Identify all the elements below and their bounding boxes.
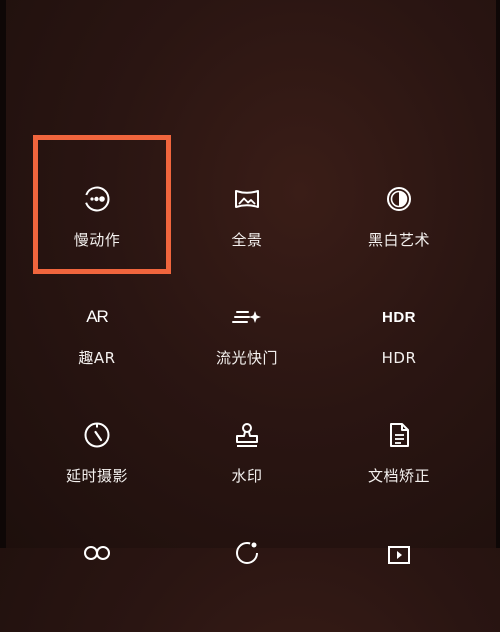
video-icon (384, 538, 414, 568)
stamp-icon (232, 420, 262, 450)
mode-timelapse[interactable]: 延时摄影 (17, 414, 177, 514)
mode-watermark[interactable]: 水印 (167, 414, 327, 514)
mode-label: 趣AR (78, 349, 116, 367)
mode-label: 全景 (231, 231, 263, 249)
ar-icon: AR (86, 307, 109, 326)
mode-partial-right[interactable] (319, 532, 479, 632)
mode-label: 流光快门 (215, 349, 278, 367)
mode-label: 延时摄影 (65, 467, 128, 485)
mode-fun-ar[interactable]: AR 趣AR (17, 296, 177, 396)
mode-partial-left[interactable] (17, 532, 177, 632)
mode-black-white-art[interactable]: 黑白艺术 (319, 178, 479, 278)
screen-edge-left (0, 0, 6, 548)
screen-edge-right (496, 0, 500, 548)
highlight-frame (33, 135, 171, 274)
hdr-icon: HDR (382, 308, 416, 326)
mode-light-painting[interactable]: 流光快门 (167, 296, 327, 396)
eyes-icon (82, 538, 112, 568)
mode-label: 文档矫正 (367, 467, 430, 485)
document-icon (384, 420, 414, 450)
mode-label: 黑白艺术 (367, 231, 430, 249)
half-circle-icon (384, 184, 414, 214)
mode-hdr[interactable]: HDR HDR (319, 296, 479, 396)
mode-partial-middle[interactable] (167, 532, 327, 632)
mode-panorama[interactable]: 全景 (167, 178, 327, 278)
mode-label: 水印 (231, 467, 263, 485)
timer-icon (82, 420, 112, 450)
panorama-icon (232, 184, 262, 214)
rotate-icon (232, 538, 262, 568)
mode-document-correction[interactable]: 文档矫正 (319, 414, 479, 514)
light-painting-icon (232, 302, 262, 332)
mode-label: HDR (381, 349, 417, 367)
